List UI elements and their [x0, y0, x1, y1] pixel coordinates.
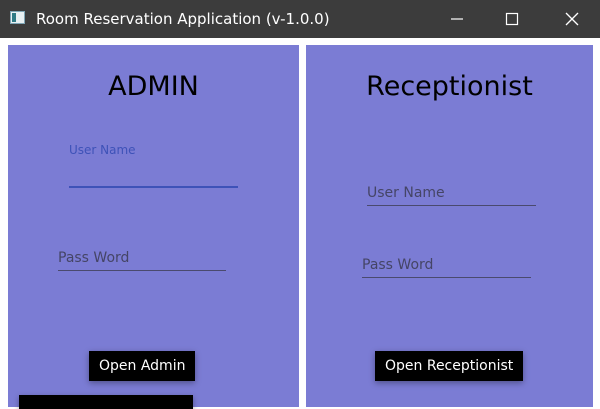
- admin-password-underline: [58, 270, 226, 271]
- admin-password-input[interactable]: [58, 245, 226, 271]
- close-icon: [565, 12, 579, 26]
- open-receptionist-button[interactable]: Open Receptionist: [375, 351, 524, 381]
- receptionist-username-field[interactable]: [367, 178, 536, 206]
- receptionist-heading: Receptionist: [366, 71, 533, 102]
- title-bar[interactable]: Room Reservation Application (v-1.0.0): [0, 0, 600, 38]
- open-admin-button[interactable]: Open Admin: [89, 351, 196, 381]
- minimize-icon: [451, 18, 463, 20]
- admin-username-field[interactable]: User Name: [69, 143, 238, 188]
- admin-username-input[interactable]: [69, 162, 238, 188]
- admin-username-underline: [69, 186, 238, 188]
- close-button[interactable]: [545, 0, 599, 38]
- receptionist-password-input[interactable]: [362, 252, 531, 278]
- receptionist-panel: Receptionist Open Receptionist: [306, 45, 593, 407]
- receptionist-password-field[interactable]: [362, 250, 531, 278]
- admin-username-label: User Name: [69, 143, 136, 157]
- admin-heading: ADMIN: [108, 71, 199, 102]
- app-icon: [10, 11, 25, 24]
- minimize-button[interactable]: [430, 0, 484, 38]
- receptionist-username-underline: [367, 205, 536, 206]
- main-content: ADMIN User Name Open Admin Receptionist …: [0, 38, 600, 409]
- admin-password-field[interactable]: [58, 243, 226, 271]
- receptionist-password-underline: [362, 277, 531, 278]
- admin-panel: ADMIN User Name Open Admin: [8, 45, 299, 409]
- window-title: Room Reservation Application (v-1.0.0): [36, 10, 330, 28]
- maximize-icon: [505, 12, 519, 26]
- receptionist-username-input[interactable]: [367, 180, 536, 206]
- maximize-button[interactable]: [485, 0, 539, 38]
- partially-visible-button[interactable]: [19, 395, 193, 409]
